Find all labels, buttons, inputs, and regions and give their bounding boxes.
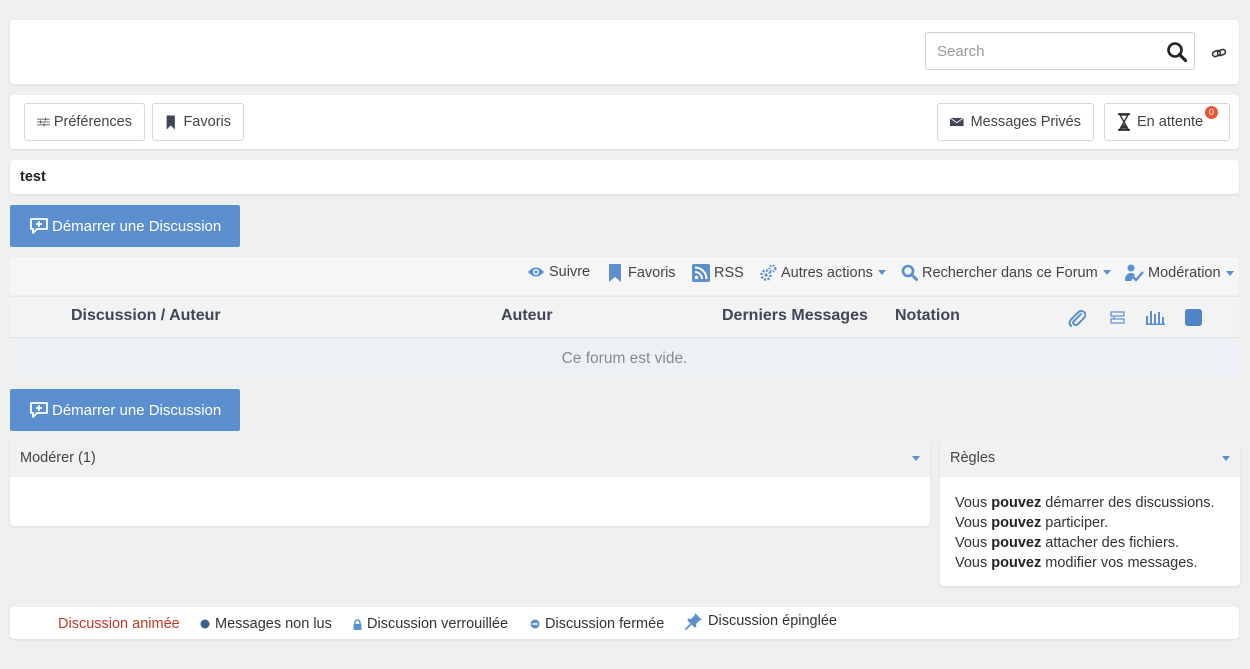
favorites-action[interactable]: Favoris — [608, 264, 676, 282]
legend-closed: Discussion fermée — [530, 616, 664, 632]
forum-table-header: Discussion / Auteur Auteur Derniers Mess… — [10, 296, 1239, 338]
user-check-icon — [1125, 264, 1144, 282]
bookmark-icon — [166, 115, 175, 129]
rss-action[interactable]: RSS — [692, 264, 744, 282]
rss-label: RSS — [714, 265, 744, 281]
forum-title-bar: test — [10, 160, 1239, 194]
start-discussion-button[interactable]: Démarrer une Discussion — [10, 389, 240, 431]
rule-item: Vous pouvez modifier vos messages. — [955, 555, 1198, 571]
select-all-checkbox[interactable] — [1185, 309, 1202, 326]
favorites-action-label: Favoris — [628, 265, 676, 281]
minus-circle-icon — [530, 619, 540, 629]
top-search-bar — [10, 20, 1239, 84]
forum-action-bar: Suivre Favoris RSS Autres actions Recher… — [10, 257, 1239, 295]
page-title: test — [20, 169, 46, 185]
gears-icon — [760, 264, 777, 281]
rule-item: Vous pouvez démarrer des discussions. — [955, 495, 1215, 511]
chevron-down-icon[interactable] — [1222, 456, 1230, 461]
empty-forum-message: Ce forum est vide. — [10, 339, 1239, 379]
legend-unread: Messages non lus — [200, 616, 332, 632]
legend-unread-label: Messages non lus — [215, 616, 332, 632]
envelope-icon — [950, 117, 964, 127]
legend-pinned: Discussion épinglée — [685, 612, 837, 630]
chevron-down-icon — [1225, 270, 1234, 276]
follow-label: Suivre — [549, 264, 591, 280]
pin-icon — [685, 613, 702, 630]
pending-button[interactable]: En attente 0 — [1104, 103, 1230, 141]
eye-icon — [528, 267, 544, 277]
other-actions-label: Autres actions — [781, 264, 873, 281]
start-discussion-label: Démarrer une Discussion — [52, 401, 222, 419]
hourglass-icon — [1118, 113, 1130, 131]
private-messages-button[interactable]: Messages Privés — [937, 103, 1094, 141]
rule-item: Vous pouvez attacher des fichiers. — [955, 535, 1180, 551]
link-icon[interactable] — [1211, 45, 1227, 61]
preferences-button[interactable]: Préférences — [24, 103, 145, 141]
user-toolbar: Préférences Favoris Messages Privés En a… — [10, 95, 1239, 149]
follow-action[interactable]: Suivre — [527, 264, 590, 280]
other-actions-menu[interactable]: Autres actions — [760, 264, 886, 281]
legend-pinned-label: Discussion épinglée — [708, 613, 837, 629]
unread-dot-icon — [200, 619, 210, 629]
chevron-down-icon[interactable] — [912, 456, 920, 461]
legend-locked-label: Discussion verrouillée — [367, 616, 509, 632]
column-author[interactable]: Auteur — [501, 307, 553, 325]
moderate-widget: Modérer (1) — [10, 440, 930, 526]
moderation-menu[interactable]: Modération — [1125, 264, 1234, 282]
pending-count-badge: 0 — [1205, 106, 1218, 119]
preferences-label: Préférences — [53, 114, 132, 130]
moderation-label: Modération — [1148, 265, 1221, 281]
rules-widget: Règles Vous pouvez démarrer des discussi… — [940, 440, 1240, 586]
favorites-label: Favoris — [183, 114, 231, 130]
moderate-widget-title: Modérer (1) — [20, 450, 96, 466]
rss-icon — [692, 264, 710, 282]
legend-locked: Discussion verrouillée — [353, 616, 508, 632]
legend-closed-label: Discussion fermée — [545, 616, 665, 632]
moderate-widget-header[interactable]: Modérer (1) — [10, 440, 930, 477]
rules-widget-header[interactable]: Règles — [940, 440, 1240, 477]
legend-hot-discussion: Discussion animée — [58, 616, 180, 632]
start-discussion-button[interactable]: Démarrer une Discussion — [10, 205, 240, 247]
add-comment-icon — [30, 218, 48, 234]
chevron-down-icon — [1102, 270, 1111, 275]
start-discussion-label: Démarrer une Discussion — [52, 217, 222, 235]
pending-label: En attente — [1137, 114, 1204, 130]
add-comment-icon — [30, 402, 48, 418]
bar-chart-icon[interactable] — [1146, 309, 1165, 325]
private-messages-label: Messages Privés — [970, 114, 1081, 130]
column-discussion-author[interactable]: Discussion / Auteur — [71, 307, 221, 325]
search-icon[interactable] — [1166, 41, 1188, 63]
rule-item: Vous pouvez participer. — [955, 515, 1109, 531]
rules-list: Vous pouvez démarrer des discussions. Vo… — [940, 477, 1240, 573]
lock-icon — [353, 618, 362, 630]
sliders-icon — [37, 117, 50, 127]
rules-widget-title: Règles — [950, 450, 996, 466]
chevron-down-icon — [877, 270, 886, 275]
column-rating[interactable]: Notation — [895, 307, 960, 325]
search-box — [925, 32, 1195, 70]
paperclip-icon[interactable] — [1068, 308, 1086, 328]
bookmark-icon — [609, 264, 621, 282]
favorites-button[interactable]: Favoris — [152, 103, 244, 141]
search-forum-label: Rechercher dans ce Forum — [922, 264, 1098, 281]
search-forum-menu[interactable]: Rechercher dans ce Forum — [901, 264, 1111, 281]
icon-legend: Discussion animée Messages non lus Discu… — [10, 607, 1239, 639]
search-icon — [901, 264, 918, 281]
comments-icon[interactable] — [1110, 311, 1125, 325]
search-input[interactable] — [926, 33, 1162, 69]
column-last-messages[interactable]: Derniers Messages — [722, 307, 868, 325]
